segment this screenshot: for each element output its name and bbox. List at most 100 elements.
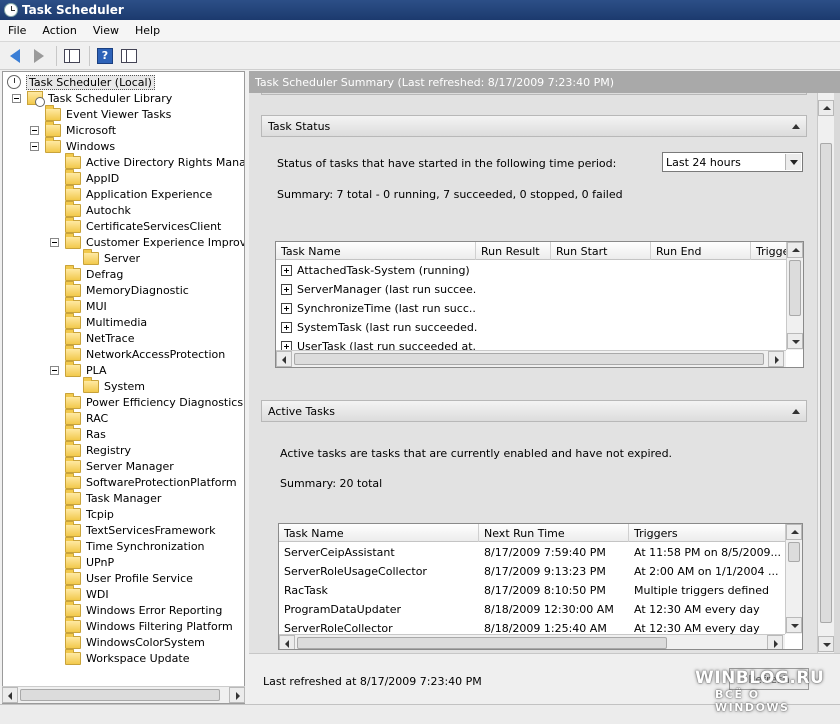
expand-icon[interactable] (281, 303, 292, 314)
collapse-toggle[interactable] (12, 94, 21, 103)
col-task-name[interactable]: Task Name (279, 524, 479, 542)
menu-action[interactable]: Action (34, 24, 84, 37)
table-row[interactable]: SynchronizeTime (last run succ... (276, 299, 784, 318)
menu-help[interactable]: Help (127, 24, 168, 37)
active-tasks-vertical-scrollbar[interactable] (785, 524, 802, 634)
tree-item[interactable]: Tcpip (65, 504, 114, 522)
table-row[interactable]: ServerManager (last run succee... (276, 280, 784, 299)
tree-item[interactable]: WDI (65, 584, 109, 602)
table-row[interactable]: RacTask 8/17/2009 8:10:50 PM Multiple trig… (279, 581, 785, 600)
tree-item[interactable]: RAC (65, 408, 108, 426)
tree-item[interactable]: Defrag (65, 264, 123, 282)
collapse-toggle[interactable] (30, 142, 39, 151)
tree-item[interactable]: UPnP (65, 552, 114, 570)
tree-item[interactable]: Time Synchronization (65, 536, 205, 554)
expand-icon[interactable] (281, 284, 292, 295)
tree-item[interactable]: Server Manager (65, 456, 174, 474)
scroll-left-button[interactable] (279, 635, 295, 649)
tree-item[interactable]: AppID (65, 168, 119, 186)
tree-item[interactable]: Registry (65, 440, 131, 458)
scroll-down-button[interactable] (818, 636, 834, 652)
tree-item[interactable]: Power Efficiency Diagnostics (65, 392, 243, 410)
col-task-name[interactable]: Task Name (276, 242, 476, 260)
tree-item[interactable]: CertificateServicesClient (65, 216, 221, 234)
col-triggers[interactable]: Triggers (629, 524, 787, 542)
scroll-right-button[interactable] (768, 351, 784, 367)
tree-item[interactable]: Customer Experience Improve (65, 232, 244, 250)
scroll-right-button[interactable] (229, 687, 245, 703)
active-tasks-header[interactable]: Active Tasks (261, 400, 807, 422)
scroll-up-button[interactable] (787, 242, 803, 258)
scroll-thumb[interactable] (294, 353, 764, 365)
tree-item[interactable]: System (83, 376, 145, 394)
tree-horizontal-scrollbar[interactable] (2, 686, 245, 703)
collapse-icon[interactable] (792, 124, 800, 129)
tree-item[interactable]: WindowsColorSystem (65, 632, 205, 650)
tree-item[interactable]: User Profile Service (65, 568, 193, 586)
scroll-down-button[interactable] (787, 333, 803, 349)
tree-item[interactable]: Multimedia (65, 312, 147, 330)
tree-item[interactable]: SoftwareProtectionPlatform (65, 472, 237, 490)
show-hide-console-tree-button[interactable] (61, 45, 83, 67)
tree-item[interactable]: Server (83, 248, 140, 266)
col-run-start[interactable]: Run Start (551, 242, 651, 260)
tree-item[interactable]: Task Manager (65, 488, 161, 506)
col-run-result[interactable]: Run Result (476, 242, 551, 260)
tree-item[interactable]: MUI (65, 296, 107, 314)
tree-item[interactable]: Active Directory Rights Manag (65, 152, 244, 170)
tree-item[interactable]: Task Scheduler Library (27, 90, 172, 107)
collapse-toggle[interactable] (50, 366, 59, 375)
scroll-left-button[interactable] (2, 687, 18, 703)
section-overview-collapsed[interactable] (261, 93, 807, 95)
console-tree[interactable]: Task Scheduler (Local) Task Scheduler Lib… (2, 71, 245, 704)
table-row[interactable]: ServerRoleUsageCollector 8/17/2009 9:13:2… (279, 562, 785, 581)
tree-item[interactable]: Windows Error Reporting (65, 600, 222, 618)
tree-item[interactable]: Ras (65, 424, 106, 442)
collapse-toggle[interactable] (30, 126, 39, 135)
menu-view[interactable]: View (85, 24, 127, 37)
tree-item[interactable]: PLA (65, 360, 107, 378)
time-period-select[interactable]: Last 24 hours (662, 152, 803, 172)
scroll-up-button[interactable] (818, 100, 834, 116)
help-button[interactable]: ? (94, 45, 116, 67)
tree-item[interactable]: Windows Filtering Platform (65, 616, 233, 634)
scroll-left-button[interactable] (276, 351, 292, 367)
active-tasks-horizontal-scrollbar[interactable] (279, 634, 785, 649)
task-status-horizontal-scrollbar[interactable] (276, 350, 786, 367)
tree-item[interactable]: Event Viewer Tasks (45, 104, 171, 122)
expand-icon[interactable] (281, 265, 292, 276)
scroll-thumb[interactable] (788, 542, 800, 562)
col-run-end[interactable]: Run End (651, 242, 751, 260)
table-row[interactable]: AttachedTask-System (running) (276, 261, 784, 280)
tree-item[interactable]: NetTrace (65, 328, 135, 346)
collapse-icon[interactable] (792, 409, 800, 414)
table-row[interactable]: ServerCeipAssistant 8/17/2009 7:59:40 PM A… (279, 543, 785, 562)
show-hide-action-pane-button[interactable] (118, 45, 140, 67)
summary-vertical-scrollbar[interactable] (817, 93, 834, 653)
chevron-down-icon[interactable] (785, 154, 801, 170)
back-button[interactable] (4, 45, 26, 67)
scroll-down-button[interactable] (786, 617, 802, 633)
tree-item[interactable]: Application Experience (65, 184, 212, 202)
tree-item[interactable]: TextServicesFramework (65, 520, 216, 538)
scroll-thumb[interactable] (20, 689, 220, 701)
col-triggers[interactable]: Trigge (751, 242, 788, 260)
tree-item[interactable]: Workspace Update (65, 648, 189, 666)
table-row[interactable]: ProgramDataUpdater 8/18/2009 12:30:00 AM A… (279, 600, 785, 619)
table-row[interactable]: SystemTask (last run succeeded... (276, 318, 784, 337)
forward-button[interactable] (28, 45, 50, 67)
scroll-thumb[interactable] (297, 637, 667, 649)
tree-item[interactable]: Windows (45, 136, 115, 154)
tree-item[interactable]: NetworkAccessProtection (65, 344, 225, 362)
tree-item[interactable]: Task Scheduler (Local) (7, 74, 155, 90)
task-status-vertical-scrollbar[interactable] (786, 242, 803, 350)
scroll-up-button[interactable] (786, 524, 802, 540)
tree-item[interactable]: Autochk (65, 200, 131, 218)
collapse-toggle[interactable] (50, 238, 59, 247)
col-next-run-time[interactable]: Next Run Time (479, 524, 629, 542)
scroll-thumb[interactable] (820, 143, 832, 623)
tree-item[interactable]: Microsoft (45, 120, 116, 138)
scroll-right-button[interactable] (767, 635, 783, 649)
task-status-header[interactable]: Task Status (261, 115, 807, 137)
menu-file[interactable]: File (0, 24, 34, 37)
